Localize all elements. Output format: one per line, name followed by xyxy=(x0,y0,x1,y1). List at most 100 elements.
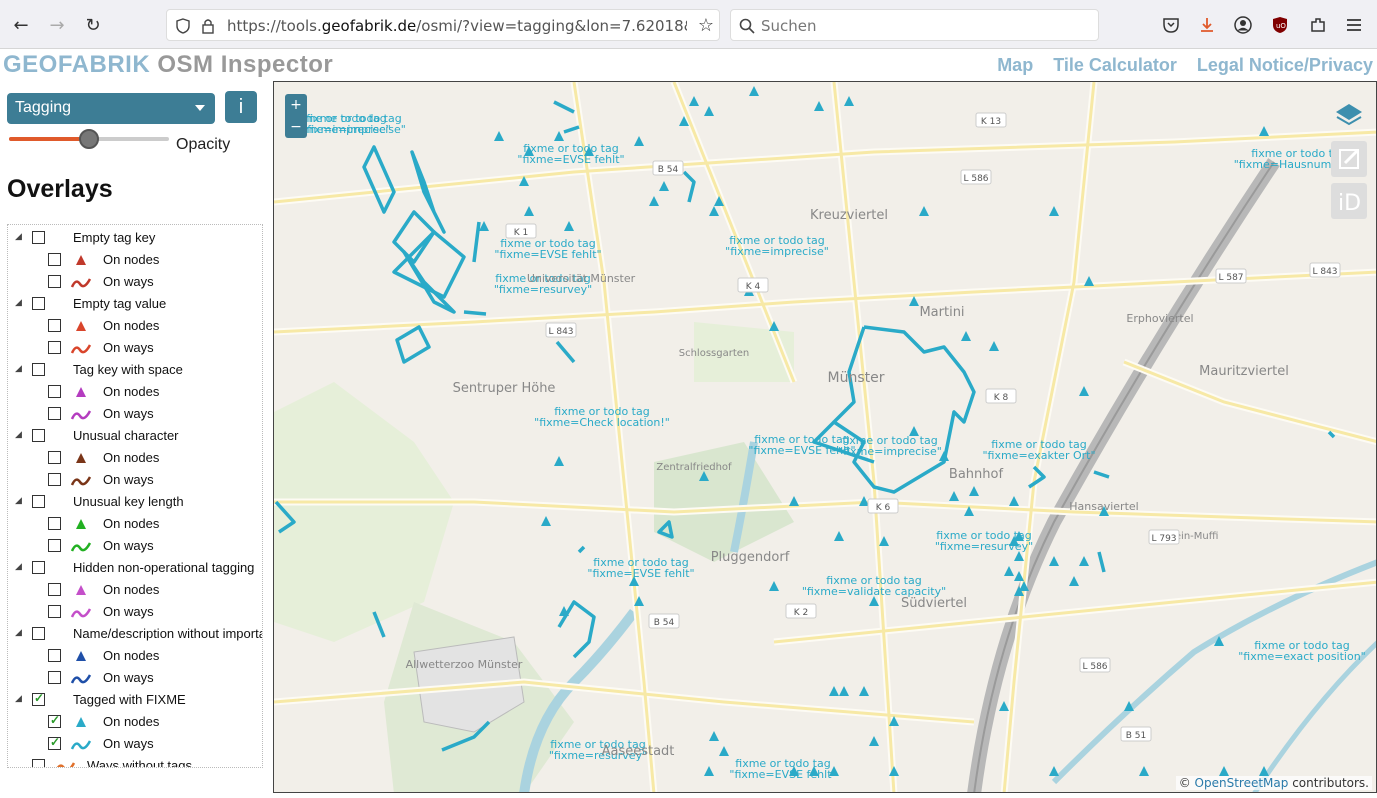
fixme-label-line2: "fixme=imprecise" xyxy=(302,123,406,136)
svg-text:iD: iD xyxy=(1338,191,1361,216)
url-bar[interactable]: https://tools.geofabrik.de/osmi/?view=ta… xyxy=(166,9,720,41)
overlay-item-label: On nodes xyxy=(103,648,160,663)
overlay-item-checkbox[interactable] xyxy=(48,473,61,486)
account-icon[interactable] xyxy=(1231,13,1255,37)
info-button[interactable]: i xyxy=(225,91,257,123)
layers-icon[interactable] xyxy=(1331,98,1367,134)
place-label: Aaseestadt xyxy=(602,744,675,759)
overlay-group-checkbox[interactable] xyxy=(32,297,45,310)
nav-link-tile-calculator[interactable]: Tile Calculator xyxy=(1053,55,1177,76)
overlay-item-checkbox[interactable] xyxy=(48,671,61,684)
bookmark-star-icon[interactable]: ☆ xyxy=(693,12,719,38)
overlay-item-checkbox[interactable] xyxy=(48,319,61,332)
overlay-group-checkbox[interactable] xyxy=(32,627,45,640)
road-ref-label: K 1 xyxy=(514,228,529,238)
triangle-node-icon xyxy=(76,717,86,727)
overlay-item-checkbox[interactable] xyxy=(48,605,61,618)
url-text[interactable]: https://tools.geofabrik.de/osmi/?view=ta… xyxy=(227,17,687,35)
lock-icon[interactable] xyxy=(201,18,215,34)
search-placeholder: Suchen xyxy=(761,17,817,35)
tree-expander-icon[interactable]: ◢ xyxy=(15,627,22,638)
zoom-out-button[interactable]: − xyxy=(285,116,307,138)
overlay-group-checkbox[interactable] xyxy=(32,691,45,706)
fixme-label-line2: "fixme=exact position" xyxy=(1238,650,1366,663)
site-logo[interactable]: GEOFABRIK OSM Inspector xyxy=(3,51,333,79)
overlay-group-checkbox[interactable] xyxy=(32,231,45,244)
overlay-item-label: On nodes xyxy=(103,714,160,729)
road-ref-label: L 793 xyxy=(1151,534,1176,544)
overlay-group-label: Empty tag value xyxy=(73,296,167,311)
road-ref-label: L 586 xyxy=(1082,662,1107,672)
road-ref-label: L 843 xyxy=(548,327,573,337)
opacity-slider[interactable] xyxy=(9,129,169,149)
squiggle-way-icon xyxy=(56,762,76,767)
overlay-group-checkbox[interactable] xyxy=(32,429,45,442)
overlay-item-label: On nodes xyxy=(103,318,160,333)
back-icon[interactable]: ← xyxy=(8,12,34,38)
overlay-item-label: On ways xyxy=(103,472,154,487)
fixme-label-line2: "fixme=EVSE fehlt" xyxy=(587,567,694,580)
triangle-node-icon xyxy=(76,255,86,265)
attribution-suffix: contributors. xyxy=(1292,776,1369,790)
view-select[interactable]: Tagging xyxy=(7,93,215,124)
tree-expander-icon[interactable]: ◢ xyxy=(15,231,22,242)
map-canvas[interactable]: fixme or todo tag"fixme=imprecise"fixme … xyxy=(274,82,1377,793)
opacity-slider-thumb[interactable] xyxy=(79,129,99,149)
ublock-icon[interactable]: uO xyxy=(1268,13,1292,37)
overlay-item-checkbox[interactable] xyxy=(48,451,61,464)
zoom-in-button[interactable]: + xyxy=(285,94,307,116)
fixme-label-line2: "fixme=EVSE fehlt" xyxy=(748,444,855,457)
nav-link-map[interactable]: Map xyxy=(997,55,1033,76)
attribution-link[interactable]: OpenStreetMap xyxy=(1195,776,1289,790)
place-label: Schlossgarten xyxy=(679,348,750,359)
place-label: Zentralfriedhof xyxy=(656,462,732,473)
road-ref-label: L 587 xyxy=(1218,273,1243,283)
overlay-group-checkbox[interactable] xyxy=(32,759,45,767)
nav-link-legal-notice[interactable]: Legal Notice/Privacy xyxy=(1197,55,1373,76)
forward-icon[interactable]: → xyxy=(44,12,70,38)
edit-josm-icon[interactable] xyxy=(1331,141,1367,177)
overlay-item-checkbox[interactable] xyxy=(48,275,61,288)
overlay-group-label: Unusual character xyxy=(73,428,179,443)
menu-icon[interactable] xyxy=(1342,13,1366,37)
overlay-item-label: On ways xyxy=(103,604,154,619)
overlay-item-checkbox[interactable] xyxy=(48,517,61,530)
reload-icon[interactable]: ↻ xyxy=(80,12,106,38)
tree-expander-icon[interactable]: ◢ xyxy=(15,693,22,704)
overlay-group-checkbox[interactable] xyxy=(32,561,45,574)
download-icon[interactable] xyxy=(1195,13,1219,37)
edit-id-icon[interactable]: iD xyxy=(1331,183,1367,219)
overlay-item-checkbox[interactable] xyxy=(48,341,61,354)
overlay-item-checkbox[interactable] xyxy=(48,735,61,750)
tree-expander-icon[interactable]: ◢ xyxy=(15,495,22,506)
pocket-icon[interactable] xyxy=(1159,13,1183,37)
shield-icon[interactable] xyxy=(175,18,191,34)
extensions-icon[interactable] xyxy=(1306,13,1330,37)
place-label: Bahnhof xyxy=(949,467,1004,482)
tree-expander-icon[interactable]: ◢ xyxy=(15,429,22,440)
overlay-item-checkbox[interactable] xyxy=(48,583,61,596)
squiggle-way-icon xyxy=(70,476,92,486)
overlay-item-checkbox[interactable] xyxy=(48,385,61,398)
overlay-group-checkbox[interactable] xyxy=(32,363,45,376)
overlay-item-checkbox[interactable] xyxy=(48,253,61,266)
overlay-item-label: On nodes xyxy=(103,450,160,465)
road-ref-label: K 6 xyxy=(876,503,891,513)
road-ref-label: K 8 xyxy=(994,393,1009,403)
overlay-group-checkbox[interactable] xyxy=(32,495,45,508)
place-label: Mauritzviertel xyxy=(1199,364,1289,379)
search-bar[interactable]: Suchen xyxy=(730,9,1099,41)
place-label: Martini xyxy=(919,305,964,320)
triangle-node-icon xyxy=(76,453,86,463)
squiggle-way-icon xyxy=(70,278,92,288)
tree-expander-icon[interactable]: ◢ xyxy=(15,363,22,374)
overlay-item-label: On ways xyxy=(103,274,154,289)
overlay-item-checkbox[interactable] xyxy=(48,649,61,662)
overlay-item-checkbox[interactable] xyxy=(48,539,61,552)
map-view[interactable]: fixme or todo tag "fixme=imprecise" fixme … xyxy=(273,81,1377,793)
overlay-item-checkbox[interactable] xyxy=(48,407,61,420)
tree-expander-icon[interactable]: ◢ xyxy=(15,297,22,308)
overlay-item-checkbox[interactable] xyxy=(48,713,61,728)
tree-expander-icon[interactable]: ◢ xyxy=(15,561,22,572)
overlay-group-label: Unusual key length xyxy=(73,494,184,509)
